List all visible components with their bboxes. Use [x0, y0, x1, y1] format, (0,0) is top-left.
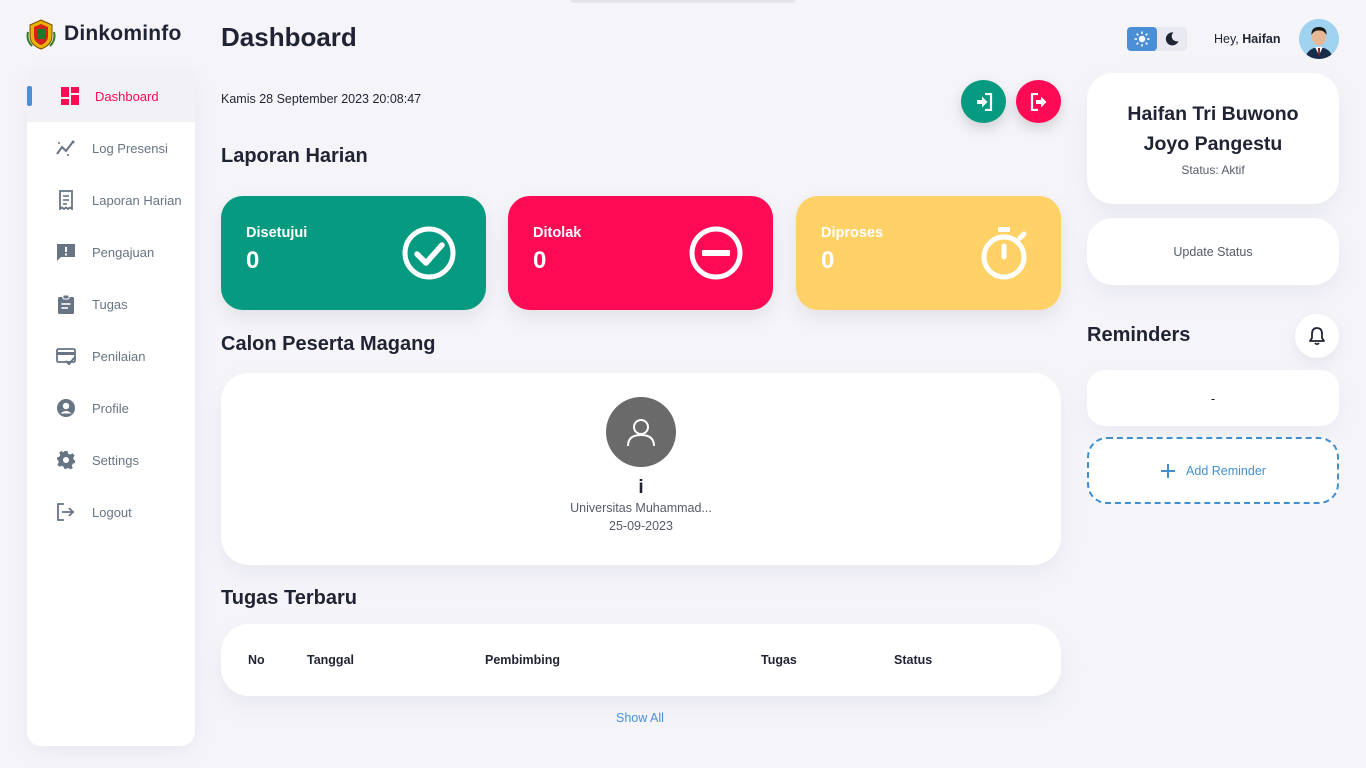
dashboard-icon [59, 85, 81, 107]
add-reminder-label: Add Reminder [1186, 463, 1266, 478]
feedback-icon [55, 241, 77, 263]
chart-line-icon [55, 137, 77, 159]
avatar [606, 397, 676, 467]
greeting-name: Haifan [1242, 32, 1281, 46]
laporan-harian-title: Laporan Harian [221, 145, 368, 167]
logout-arrow-icon [1030, 92, 1046, 111]
update-status-button[interactable]: Update Status [1087, 218, 1339, 285]
sidebar-item-label: Tugas [92, 296, 128, 312]
sidebar-item-label: Settings [92, 452, 139, 468]
check-in-button[interactable] [961, 80, 1006, 123]
stat-card-disetujui[interactable]: Disetujui 0 [221, 196, 486, 310]
greeting: Hey, Haifan [1214, 32, 1280, 46]
sidebar-item-label: Dashboard [95, 88, 159, 104]
sidebar-item-dashboard[interactable]: Dashboard [27, 70, 195, 122]
brand: Dinkominfo [26, 18, 182, 50]
sidebar: Dashboard Log Presensi Laporan Harian Pe… [27, 70, 195, 746]
card-check-icon [55, 345, 77, 367]
add-reminder-button[interactable]: Add Reminder [1087, 437, 1339, 504]
check-circle-icon [402, 226, 456, 280]
sidebar-item-label: Log Presensi [92, 140, 168, 156]
column-header-pembimbing: Pembimbing [485, 653, 561, 667]
calon-date: 25-09-2023 [609, 519, 673, 533]
sidebar-item-logout[interactable]: Logout [27, 486, 195, 538]
stat-card-diproses[interactable]: Diproses 0 [796, 196, 1061, 310]
notification-button[interactable] [1295, 314, 1339, 358]
page-title: Dashboard [221, 22, 357, 52]
column-header-tugas: Tugas [761, 653, 797, 667]
user-photo-icon [1299, 19, 1339, 59]
account-circle-icon [55, 397, 77, 419]
sidebar-item-tugas[interactable]: Tugas [27, 278, 195, 330]
column-header-no: No [248, 653, 265, 667]
top-tab-indicator [570, 0, 796, 3]
calon-peserta-card[interactable]: i Universitas Muhammad... 25-09-2023 [541, 397, 741, 533]
logout-icon [55, 501, 77, 523]
dark-mode-button[interactable] [1157, 27, 1187, 51]
calon-peserta-title: Calon Peserta Magang [221, 333, 436, 355]
stopwatch-icon [981, 227, 1027, 280]
column-header-status: Status [894, 653, 933, 667]
calon-name: i [638, 477, 644, 498]
sidebar-item-settings[interactable]: Settings [27, 434, 195, 486]
clipboard-icon [55, 293, 77, 315]
login-icon [976, 92, 992, 111]
profile-status: Status: Aktif [1181, 163, 1245, 177]
sidebar-item-label: Pengajuan [92, 244, 155, 260]
sidebar-item-label: Logout [92, 504, 132, 520]
brand-name: Dinkominfo [64, 22, 182, 45]
calon-school: Universitas Muhammad... [570, 501, 712, 515]
moon-icon [1165, 32, 1179, 46]
sidebar-item-label: Penilaian [92, 348, 146, 364]
tugas-table: No Tanggal Pembimbing Tugas Status [221, 624, 1061, 696]
sidebar-item-pengajuan[interactable]: Pengajuan [27, 226, 195, 278]
sidebar-item-laporan-harian[interactable]: Laporan Harian [27, 174, 195, 226]
plus-icon [1161, 463, 1176, 478]
greeting-prefix: Hey, [1214, 32, 1239, 46]
user-icon [627, 419, 655, 447]
show-all-link[interactable]: Show All [616, 711, 664, 725]
brand-logo-icon [26, 19, 56, 50]
profile-name-line1: Haifan Tri Buwono [1127, 103, 1299, 125]
gear-icon [55, 449, 77, 471]
sidebar-item-label: Laporan Harian [92, 192, 182, 208]
receipt-icon [55, 189, 77, 211]
reminders-title: Reminders [1087, 324, 1191, 346]
theme-toggle [1127, 27, 1187, 51]
sidebar-item-log-presensi[interactable]: Log Presensi [27, 122, 195, 174]
bell-icon [1309, 327, 1325, 346]
profile-card: Haifan Tri Buwono Joyo Pangestu Status: … [1087, 73, 1339, 204]
tugas-terbaru-title: Tugas Terbaru [221, 587, 357, 609]
check-out-button[interactable] [1016, 80, 1061, 123]
profile-name-line2: Joyo Pangestu [1143, 133, 1283, 155]
calon-peserta-panel: i Universitas Muhammad... 25-09-2023 [221, 373, 1061, 565]
sun-icon [1134, 31, 1150, 47]
sidebar-item-profile[interactable]: Profile [27, 382, 195, 434]
sidebar-item-label: Profile [92, 400, 129, 416]
column-header-tanggal: Tanggal [307, 653, 354, 667]
user-avatar[interactable] [1299, 19, 1339, 59]
sidebar-item-penilaian[interactable]: Penilaian [27, 330, 195, 382]
current-datetime: Kamis 28 September 2023 20:08:47 [221, 92, 422, 106]
reminder-item[interactable]: - [1087, 370, 1339, 426]
light-mode-button[interactable] [1127, 27, 1157, 51]
minus-circle-icon [689, 226, 743, 280]
stat-card-ditolak[interactable]: Ditolak 0 [508, 196, 773, 310]
